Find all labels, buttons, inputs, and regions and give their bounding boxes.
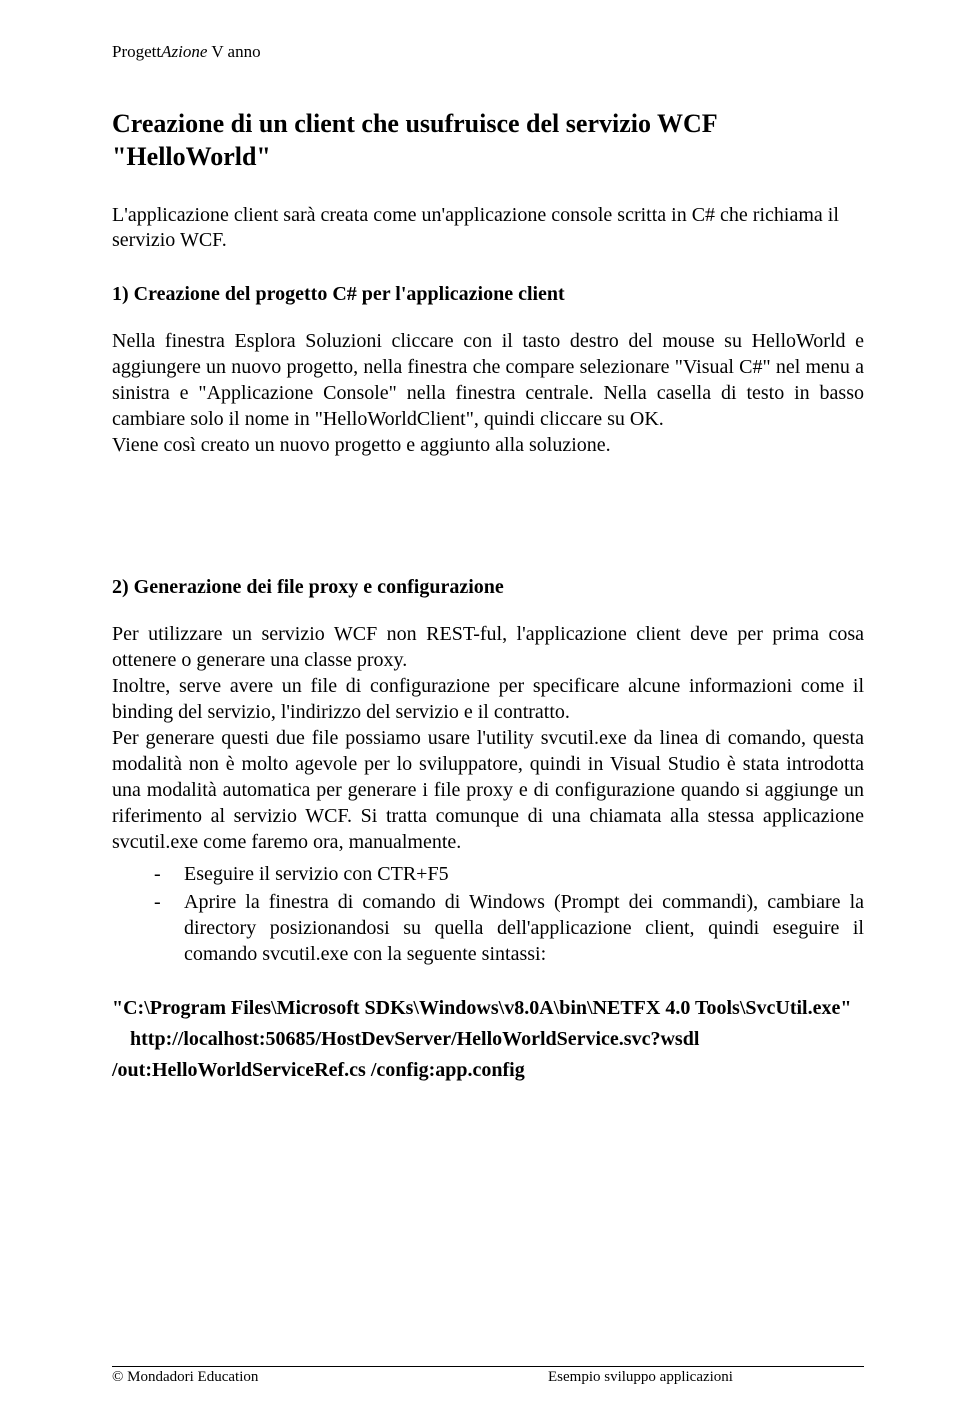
list-item: - Eseguire il servizio con CTR+F5 (112, 861, 864, 887)
dash-icon: - (154, 889, 184, 915)
footer-center: Esempio sviluppo applicazioni (428, 1369, 864, 1386)
section-2-p2: Inoltre, serve avere un file di configur… (112, 673, 864, 725)
section-2-p1: Per utilizzare un servizio WCF non REST-… (112, 621, 864, 673)
list-item: - Aprire la finestra di comando di Windo… (112, 889, 864, 967)
dash-icon: - (154, 861, 184, 887)
header-part3: V anno (207, 42, 260, 61)
page-footer: © Mondadori Education Esempio sviluppo a… (112, 1366, 864, 1386)
document-title: Creazione di un client che usufruisce de… (112, 108, 864, 173)
list-item-text: Eseguire il servizio con CTR+F5 (184, 861, 864, 887)
spacer (112, 528, 864, 576)
command-line-1: "C:\Program Files\Microsoft SDKs\Windows… (112, 995, 864, 1022)
command-line-3: /out:HelloWorldServiceRef.cs /config:app… (112, 1057, 864, 1084)
section-2-p3: Per generare questi due file possiamo us… (112, 725, 864, 855)
section-2-heading: 2) Generazione dei file proxy e configur… (112, 576, 864, 599)
header-part2: Azione (161, 42, 207, 61)
list-item-text: Aprire la finestra di comando di Windows… (184, 889, 864, 967)
section-1-heading: 1) Creazione del progetto C# per l'appli… (112, 283, 864, 306)
bullet-list: - Eseguire il servizio con CTR+F5 - Apri… (112, 861, 864, 967)
page-header: ProgettAzione V anno (112, 42, 864, 62)
intro-paragraph: L'applicazione client sarà creata come u… (112, 203, 864, 253)
header-part1: Progett (112, 42, 161, 61)
footer-left: © Mondadori Education (112, 1369, 428, 1386)
command-line-2: http://localhost:50685/HostDevServer/Hel… (112, 1026, 864, 1053)
section-1-p1: Nella finestra Esplora Soluzioni cliccar… (112, 328, 864, 432)
section-1-p2: Viene così creato un nuovo progetto e ag… (112, 432, 864, 458)
document-page: ProgettAzione V anno Creazione di un cli… (0, 0, 960, 1414)
